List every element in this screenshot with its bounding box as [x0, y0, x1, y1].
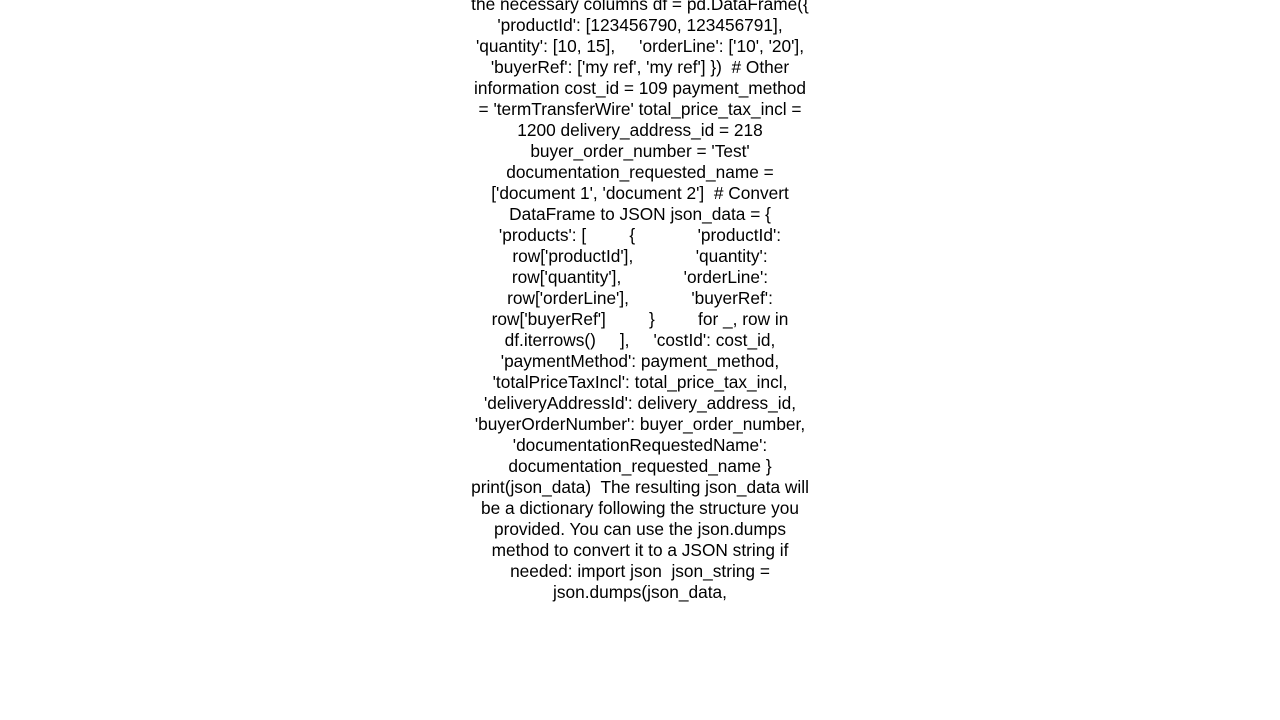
page-container: the necessary columns df = pd.DataFrame(…	[0, 0, 1280, 720]
document-body-text: the necessary columns df = pd.DataFrame(…	[467, 0, 813, 603]
